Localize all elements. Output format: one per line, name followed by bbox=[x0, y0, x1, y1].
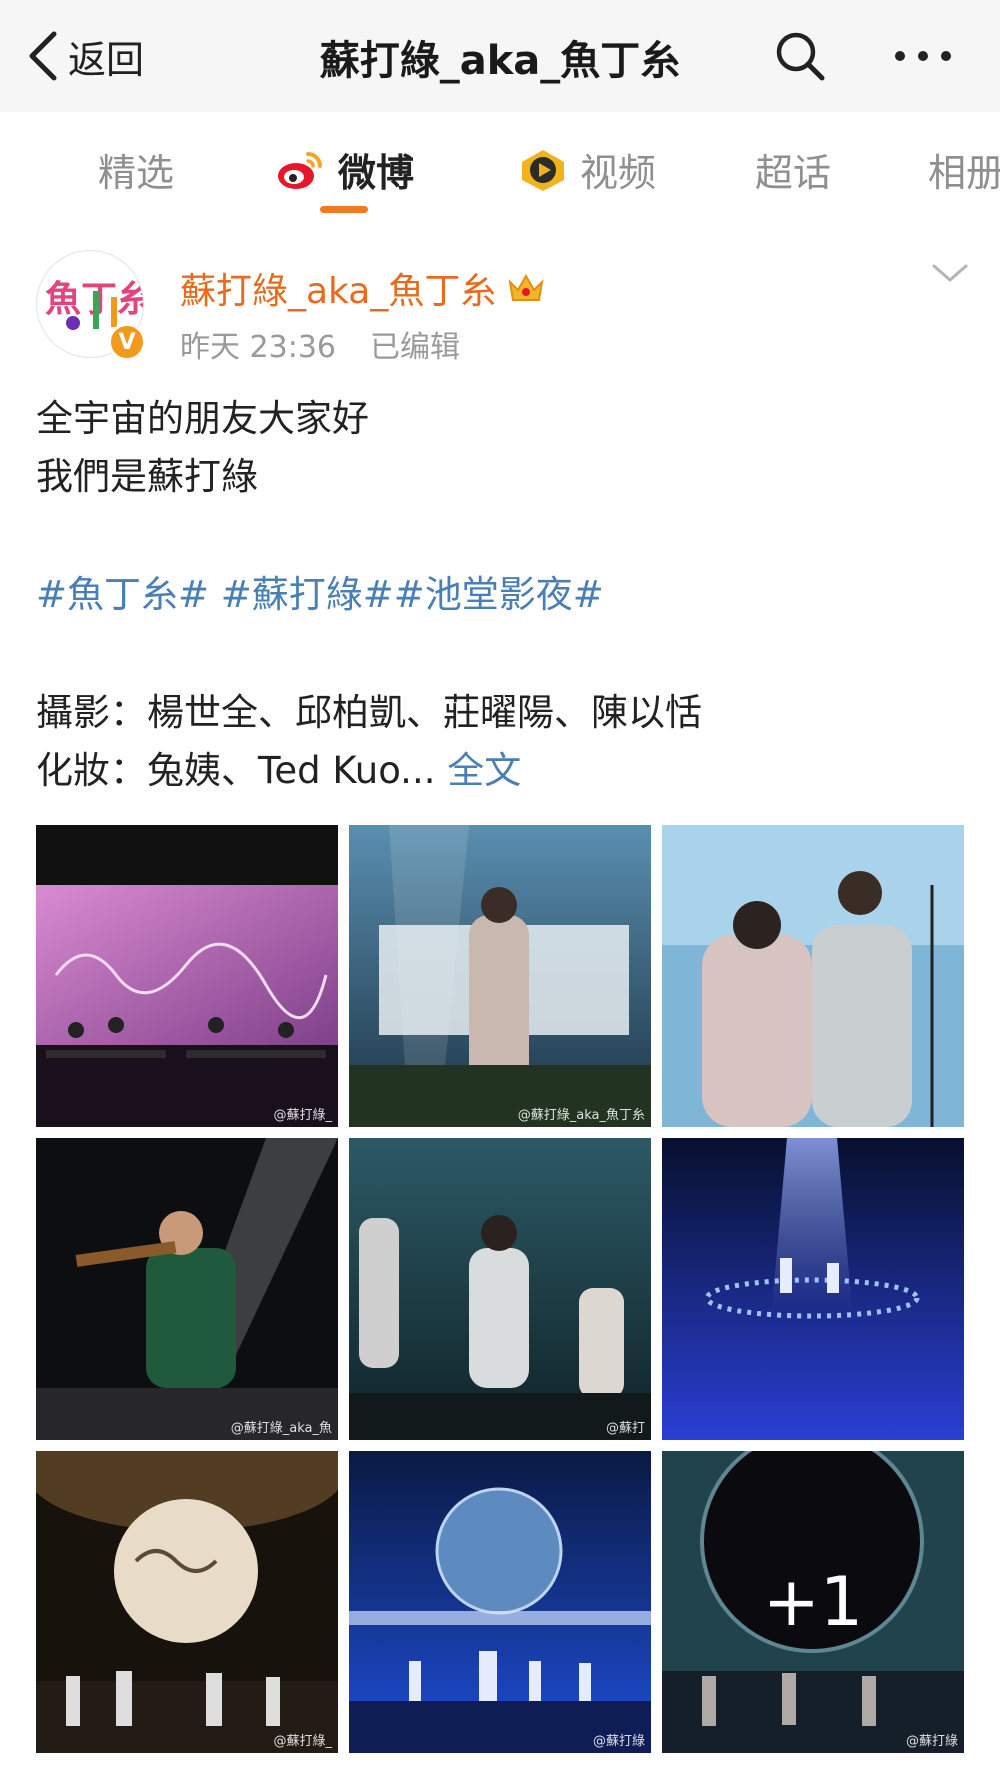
crown-icon bbox=[508, 273, 544, 301]
chevron-down-icon[interactable] bbox=[930, 258, 970, 288]
video-play-icon bbox=[522, 149, 564, 191]
hashtag-link[interactable]: #蘇打綠# bbox=[209, 573, 394, 616]
active-tab-indicator bbox=[320, 206, 368, 213]
weibo-logo-icon bbox=[278, 151, 322, 189]
makeup-credits: 化妝：兔姨、Ted Kuo... bbox=[36, 749, 436, 792]
more-photos-count: +1 bbox=[662, 1451, 964, 1753]
makeup-credits-row: 化妝：兔姨、Ted Kuo... 全文 bbox=[36, 740, 521, 794]
tab-weibo[interactable]: 微博 bbox=[276, 142, 414, 197]
verified-badge: V bbox=[108, 323, 146, 361]
more-dots-icon[interactable] bbox=[888, 26, 958, 86]
photo-watermark: @蘇打綠_ bbox=[273, 1108, 332, 1123]
top-navigation-bar: 返回 蘇打綠_aka_魚丁糸 bbox=[0, 0, 1000, 113]
post-photo[interactable]: @蘇打綠_ bbox=[36, 825, 338, 1127]
post-text-line: 全宇宙的朋友大家好 bbox=[36, 397, 369, 440]
tab-label: 精选 bbox=[98, 151, 175, 195]
hashtag-row: #魚丁糸# #蘇打綠##池堂影夜# bbox=[36, 564, 604, 618]
post-photo[interactable]: @蘇打綠_aka_魚丁糸 bbox=[349, 825, 651, 1127]
tab-label: 相册 bbox=[928, 151, 1000, 195]
profile-tabs: 精选 微博 视频 超话 相册 bbox=[0, 112, 1000, 217]
post-photo[interactable]: @蘇打綠 bbox=[349, 1451, 651, 1753]
author-name-text: 蘇打綠_aka_魚丁糸 bbox=[180, 271, 497, 312]
back-label: 返回 bbox=[68, 37, 145, 82]
post-photo[interactable] bbox=[662, 1138, 964, 1440]
photo-watermark: @蘇打綠 bbox=[592, 1734, 645, 1749]
post-photo[interactable] bbox=[662, 825, 964, 1127]
post-photo[interactable]: @蘇打綠_aka_魚 bbox=[36, 1138, 338, 1440]
tab-supertopic[interactable]: 超话 bbox=[755, 142, 831, 197]
photo-watermark: @蘇打綠_ bbox=[273, 1734, 332, 1749]
post-photo[interactable]: +1 @蘇打綠 bbox=[662, 1451, 964, 1753]
page-title: 蘇打綠_aka_魚丁糸 bbox=[319, 38, 681, 84]
edited-label: 已编辑 bbox=[370, 330, 460, 365]
post-text-line: 我們是蘇打綠 bbox=[36, 455, 258, 498]
tab-label: 超话 bbox=[755, 151, 832, 195]
photo-watermark: @蘇打綠_aka_魚丁糸 bbox=[517, 1108, 645, 1123]
tab-video[interactable]: 视频 bbox=[518, 142, 656, 197]
post-meta: 昨天 23:36 已编辑 bbox=[180, 322, 460, 366]
photo-watermark: @蘇打綠 bbox=[905, 1734, 958, 1749]
tab-featured[interactable]: 精选 bbox=[98, 142, 174, 197]
post-time: 昨天 23:36 bbox=[180, 330, 336, 365]
search-icon[interactable] bbox=[770, 26, 830, 86]
tab-label: 视频 bbox=[580, 151, 657, 195]
photo-watermark: @蘇打 bbox=[605, 1421, 645, 1436]
back-button[interactable]: 返回 bbox=[26, 26, 144, 86]
tab-album[interactable]: 相册 bbox=[928, 142, 1000, 197]
full-text-link[interactable]: 全文 bbox=[447, 749, 521, 792]
hashtag-link[interactable]: #魚丁糸# bbox=[36, 573, 209, 616]
photo-watermark: @蘇打綠_aka_魚 bbox=[230, 1421, 332, 1436]
post-photo[interactable]: @蘇打 bbox=[349, 1138, 651, 1440]
post-photo[interactable]: @蘇打綠_ bbox=[36, 1451, 338, 1753]
photo-credits: 攝影：楊世全、邱柏凱、莊曜陽、陳以恬 bbox=[36, 691, 702, 734]
chevron-left-icon bbox=[29, 31, 57, 81]
tab-label: 微博 bbox=[338, 151, 415, 195]
post-author-name[interactable]: 蘇打綠_aka_魚丁糸 bbox=[180, 262, 546, 314]
hashtag-link[interactable]: #池堂影夜# bbox=[394, 573, 604, 616]
photo-grid: @蘇打綠_ @蘇打綠_aka_魚丁糸 @蘇打綠_aka_魚 @蘇打 @蘇打綠_ … bbox=[36, 825, 964, 1753]
